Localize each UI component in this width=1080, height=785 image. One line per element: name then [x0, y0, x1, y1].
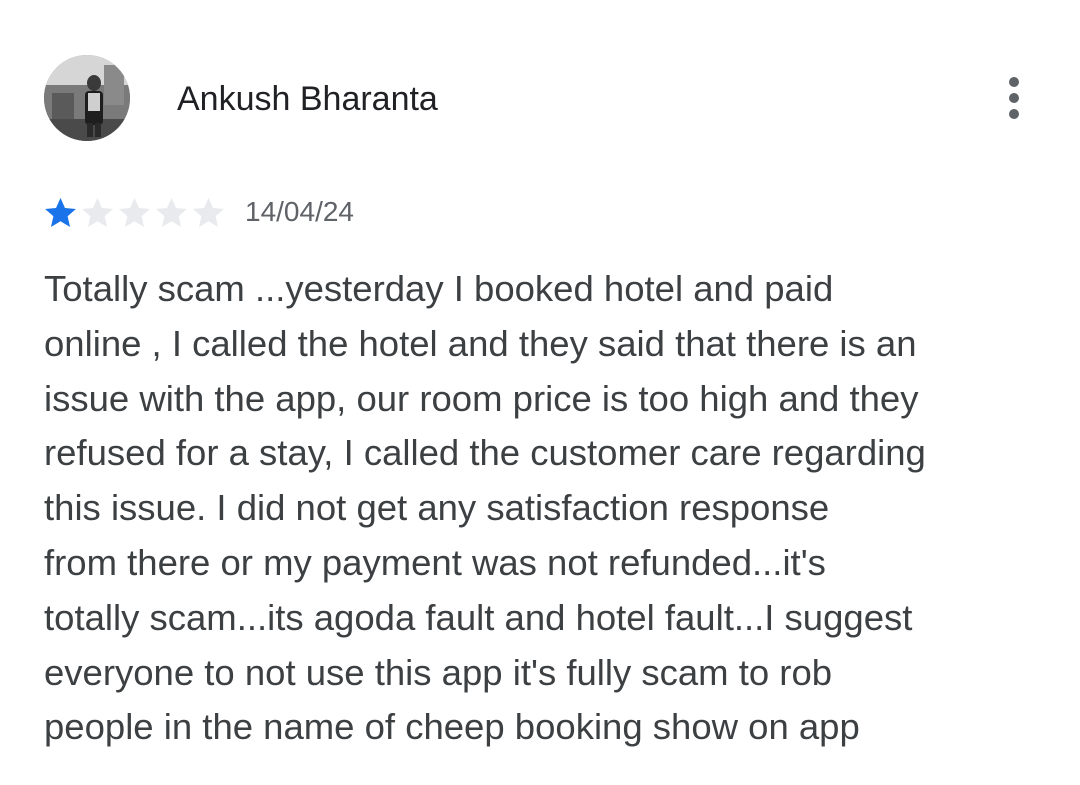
review-text-line: people in the name of cheep booking show…: [44, 706, 860, 748]
star-empty-icon: [119, 197, 150, 227]
more-vert-icon-dot: [1009, 93, 1019, 103]
review-text-line: this issue. I did not get any satisfacti…: [44, 487, 830, 529]
review-text-line: Totally scam ...yesterday I booked hotel…: [44, 268, 834, 309]
author-avatar[interactable]: [44, 55, 130, 141]
review-text-line: online , I called the hotel and they sai…: [44, 322, 917, 364]
review-text: Totally scam ...yesterday I booked hotel…: [44, 262, 1044, 755]
author-name[interactable]: Ankush Bharanta: [177, 78, 438, 120]
more-vert-icon-dot: [1009, 109, 1019, 119]
review-text-line: totally scam...its agoda fault and hotel…: [44, 596, 913, 638]
review-text-line: everyone to not use this app it's fully …: [44, 651, 833, 693]
more-vert-icon: [1009, 77, 1019, 87]
rating-row: 14/04/24: [42, 192, 354, 232]
star-empty-icon: [82, 197, 113, 227]
star-rating: [42, 194, 227, 231]
review-date: 14/04/24: [245, 196, 354, 227]
star-filled-icon: [45, 197, 76, 227]
review-text-line: from there or my payment was not refunde…: [44, 541, 826, 583]
more-options-button[interactable]: [994, 74, 1034, 122]
star-empty-icon: [193, 197, 224, 227]
review-text-line: refused for a stay, I called the custome…: [44, 432, 926, 474]
avatar-photo-icon: [44, 55, 130, 141]
star-empty-icon: [156, 197, 187, 227]
review-text-line: issue with the app, our room price is to…: [44, 377, 919, 419]
